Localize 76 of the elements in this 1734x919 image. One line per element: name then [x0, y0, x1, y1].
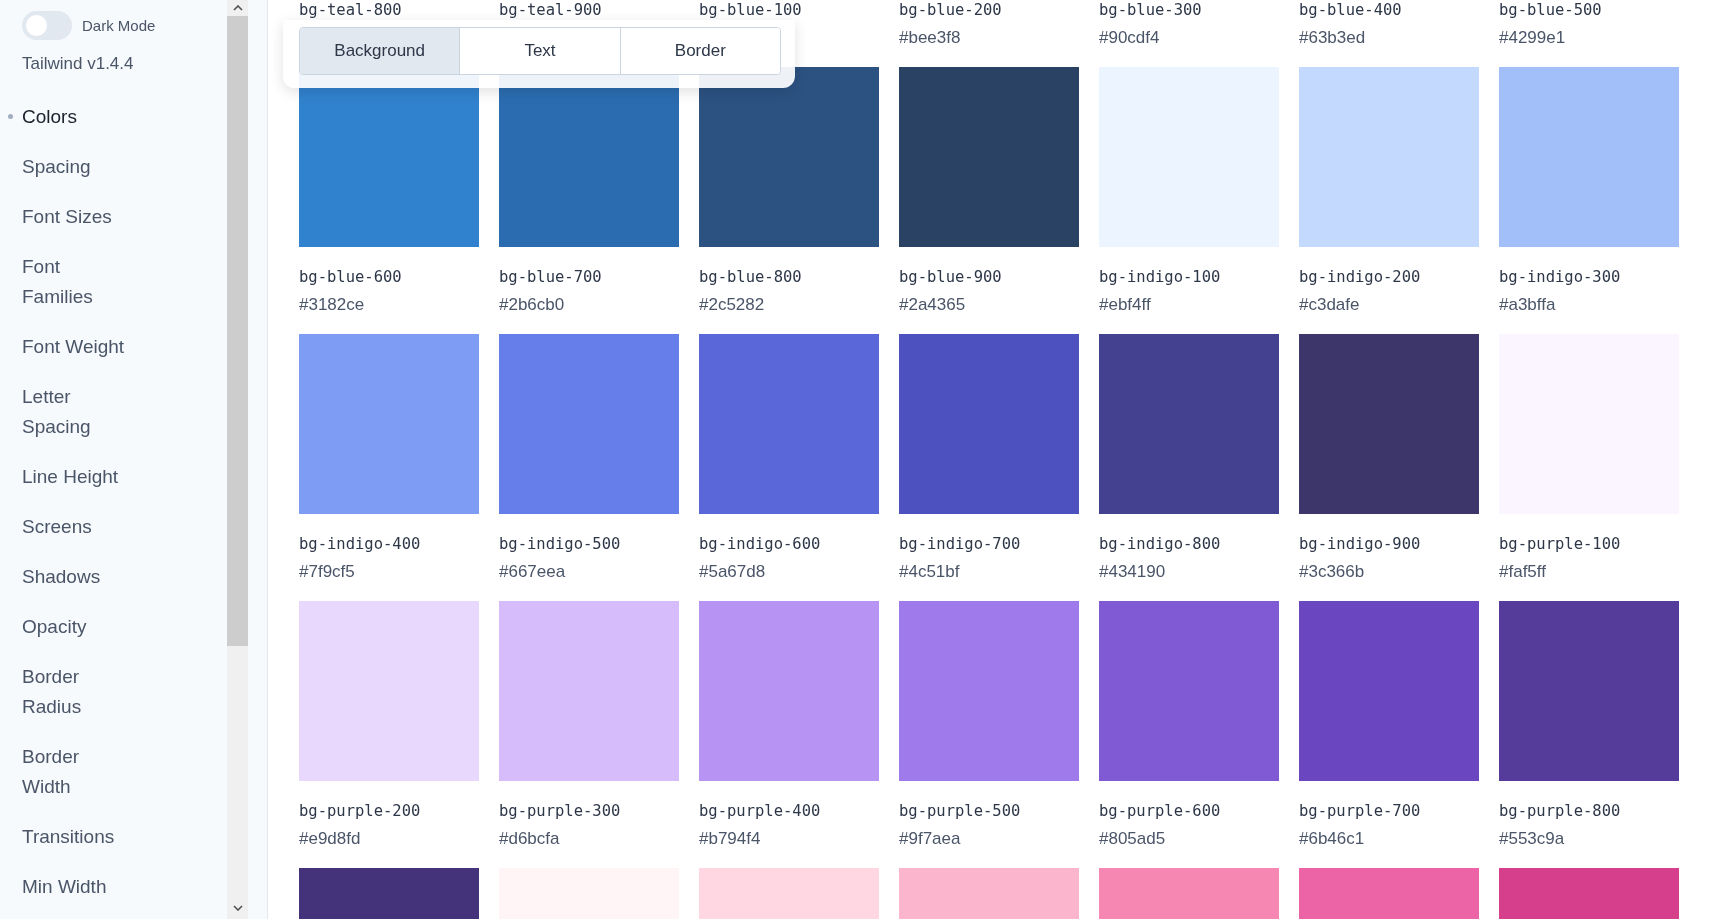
hex-code: #805ad5 [1099, 828, 1167, 850]
hex-code: #4c51bf [899, 561, 961, 583]
scroll-up-icon[interactable] [232, 5, 243, 11]
dark-mode-toggle[interactable] [22, 10, 72, 40]
nav-link[interactable]: Font Families [8, 242, 130, 322]
class-name: bg-indigo-100 [1099, 267, 1222, 288]
class-name: bg-blue-700 [499, 267, 603, 288]
class-name: bg-purple-100 [1499, 534, 1622, 555]
hex-code: #6b46c1 [1299, 828, 1366, 850]
mode-tab[interactable]: Background [300, 28, 460, 74]
nav-link[interactable]: Border Width [8, 732, 130, 812]
hex-code: #bee3f8 [899, 27, 962, 49]
nav-link[interactable]: Opacity [8, 602, 130, 652]
class-name: bg-purple-300 [499, 801, 622, 822]
nav-link[interactable]: Font Sizes [8, 192, 130, 242]
scrollbar[interactable] [227, 0, 248, 919]
hex-code: #c3dafe [1299, 294, 1361, 316]
class-name: bg-purple-800 [1499, 801, 1622, 822]
mode-tab[interactable]: Border [619, 28, 780, 74]
nav-link[interactable]: Spacing [8, 142, 130, 192]
hex-code: #90cdf4 [1099, 27, 1161, 49]
hex-code: #667eea [499, 561, 567, 583]
class-name: bg-indigo-400 [299, 534, 422, 555]
hex-code: #b794f4 [699, 828, 762, 850]
nav-link[interactable]: Border Radius [8, 652, 130, 732]
hex-code: #9f7aea [899, 828, 962, 850]
class-name: bg-indigo-500 [499, 534, 622, 555]
class-name: bg-blue-400 [1299, 0, 1403, 21]
nav-link[interactable]: Shadows [8, 552, 130, 602]
class-name: bg-indigo-600 [699, 534, 822, 555]
class-name: bg-teal-800 [299, 0, 403, 21]
hex-code: #faf5ff [1499, 561, 1547, 583]
class-name: bg-purple-200 [299, 801, 422, 822]
hex-code: #3182ce [299, 294, 366, 316]
nav-link[interactable]: Line Height [8, 452, 130, 502]
class-name: bg-blue-900 [899, 267, 1003, 288]
mode-tab[interactable]: Text [459, 28, 620, 74]
hex-code: #4299e1 [1499, 27, 1567, 49]
class-name: bg-indigo-700 [899, 534, 1022, 555]
nav-link[interactable]: Letter Spacing [8, 372, 130, 452]
dark-mode-label: Dark Mode [82, 16, 156, 34]
class-name: bg-blue-300 [1099, 0, 1203, 21]
hex-code: #3c366b [1299, 561, 1366, 583]
class-name: bg-indigo-200 [1299, 267, 1422, 288]
class-name: bg-purple-700 [1299, 801, 1422, 822]
class-name: bg-indigo-900 [1299, 534, 1422, 555]
hex-code: #5a67d8 [699, 561, 767, 583]
hex-code: #553c9a [1499, 828, 1566, 850]
class-name: bg-teal-900 [499, 0, 603, 21]
class-name: bg-purple-400 [699, 801, 822, 822]
class-name: bg-blue-800 [699, 267, 803, 288]
version-label: Tailwind v1.4.4 [22, 54, 135, 74]
hex-code: #ebf4ff [1099, 294, 1152, 316]
class-name: bg-blue-500 [1499, 0, 1603, 21]
nav-link[interactable]: Screens [8, 502, 130, 552]
hex-code: #2b6cb0 [499, 294, 566, 316]
class-name: bg-blue-100 [699, 0, 803, 21]
nav-link[interactable]: Transitions [8, 812, 130, 862]
class-name: bg-indigo-300 [1499, 267, 1622, 288]
hex-code: #d6bcfa [499, 828, 561, 850]
hex-code: #a3bffa [1499, 294, 1557, 316]
hex-code: #7f9cf5 [299, 561, 356, 583]
hex-code: #63b3ed [1299, 27, 1367, 49]
class-name: bg-blue-200 [899, 0, 1003, 21]
scroll-down-icon[interactable] [232, 905, 243, 911]
hex-code: #2c5282 [699, 294, 766, 316]
hex-code: #434190 [1099, 561, 1167, 583]
class-name: bg-purple-600 [1099, 801, 1222, 822]
hex-code: #2a4365 [899, 294, 967, 316]
nav-link[interactable]: Colors [8, 92, 130, 142]
class-name: bg-purple-500 [899, 801, 1022, 822]
class-name: bg-indigo-800 [1099, 534, 1222, 555]
hex-code: #e9d8fd [299, 828, 362, 850]
nav-link[interactable]: Min Width [8, 862, 130, 912]
nav-link[interactable]: Font Weight [8, 322, 130, 372]
class-name: bg-blue-600 [299, 267, 403, 288]
